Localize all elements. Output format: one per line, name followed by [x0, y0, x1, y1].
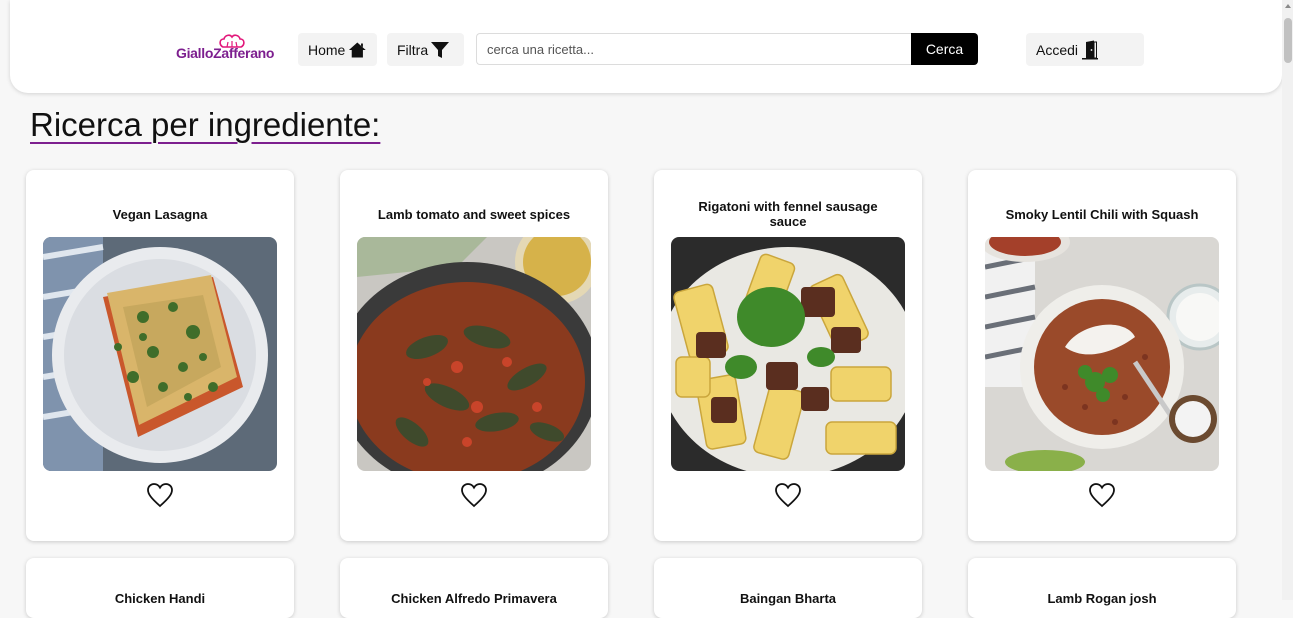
recipe-title: Chicken Alfredo Primavera — [391, 590, 557, 606]
recipe-title: Vegan Lasagna — [112, 206, 208, 222]
recipe-card[interactable]: Baingan Bharta — [654, 558, 922, 618]
recipe-title: Baingan Bharta — [739, 590, 837, 606]
recipe-title: Lamb Rogan josh — [1047, 590, 1157, 606]
heart-outline-icon[interactable] — [460, 482, 488, 508]
recipe-image[interactable] — [985, 237, 1219, 471]
heart-outline-icon[interactable] — [774, 482, 802, 508]
recipe-image[interactable] — [671, 237, 905, 471]
site-logo[interactable]: GialloZafferano — [176, 31, 288, 63]
logo-text: GialloZafferano — [176, 45, 275, 61]
scroll-thumb[interactable] — [1284, 18, 1292, 63]
heart-outline-icon[interactable] — [1088, 482, 1116, 508]
search-button[interactable]: Cerca — [911, 33, 978, 65]
recipe-card[interactable]: Chicken Alfredo Primavera — [340, 558, 608, 618]
funnel-icon — [431, 41, 450, 58]
recipe-card[interactable]: Lamb tomato and sweet spices — [340, 170, 608, 541]
scroll-up-arrow-icon[interactable] — [1285, 4, 1291, 8]
page-title: Ricerca per ingrediente: — [30, 106, 381, 143]
recipe-card[interactable]: Vegan Lasagna — [26, 170, 294, 541]
recipe-card[interactable]: Rigatoni with fennel sausage sauce — [654, 170, 922, 541]
vertical-scrollbar[interactable] — [1282, 0, 1293, 600]
filter-label: Filtra — [397, 41, 429, 58]
recipe-card[interactable]: Smoky Lentil Chili with Squash — [968, 170, 1236, 541]
recipe-title: Rigatoni with fennel sausage sauce — [698, 199, 878, 229]
heart-outline-icon[interactable] — [146, 482, 174, 508]
recipe-title: Lamb tomato and sweet spices — [377, 206, 571, 222]
home-label: Home — [308, 41, 346, 58]
home-icon — [349, 42, 367, 57]
recipe-image[interactable] — [357, 237, 591, 471]
recipe-image[interactable] — [43, 237, 277, 471]
recipe-title: Smoky Lentil Chili with Squash — [1005, 206, 1199, 222]
door-icon — [1082, 40, 1099, 59]
recipe-title: Chicken Handi — [114, 590, 206, 606]
login-label: Accedi — [1036, 41, 1079, 58]
filter-button[interactable]: Filtra — [387, 33, 464, 66]
login-button[interactable]: Accedi — [1026, 33, 1144, 66]
search-input[interactable] — [476, 33, 912, 65]
recipe-card[interactable]: Chicken Handi — [26, 558, 294, 618]
header-bar: GialloZafferano Home Filtra Cerca Accedi — [10, 0, 1282, 93]
recipe-card[interactable]: Lamb Rogan josh — [968, 558, 1236, 618]
home-button[interactable]: Home — [298, 33, 377, 66]
